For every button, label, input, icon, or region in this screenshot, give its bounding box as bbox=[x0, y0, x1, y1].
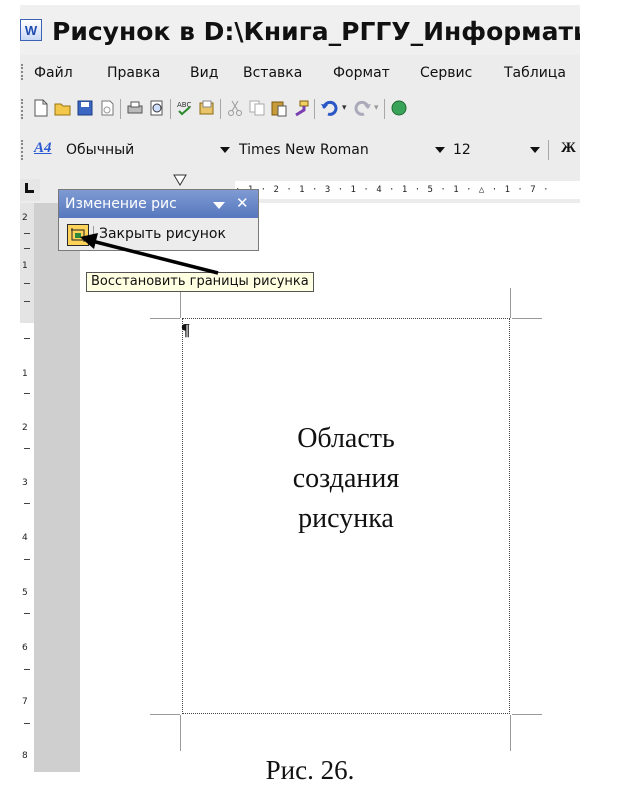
cut-icon[interactable] bbox=[226, 99, 244, 117]
hyperlink-icon[interactable] bbox=[390, 99, 408, 117]
standard-toolbar: ABC ▾ ▾ bbox=[20, 89, 580, 129]
annotation-arrow bbox=[80, 233, 219, 275]
tab-selector[interactable] bbox=[20, 179, 40, 201]
ruler-label: 2 bbox=[22, 423, 28, 433]
paragraph-mark: ¶ bbox=[181, 320, 191, 339]
copy-icon[interactable] bbox=[248, 99, 266, 117]
styles-icon[interactable]: A4 bbox=[34, 140, 52, 157]
style-dropdown-icon[interactable] bbox=[220, 147, 230, 153]
ruler-tick bbox=[24, 669, 30, 670]
floating-toolbar-title: Изменение рис bbox=[65, 196, 177, 212]
toolbar-options-icon[interactable] bbox=[213, 202, 225, 209]
ruler-label: 5 bbox=[22, 588, 28, 598]
spelling-icon[interactable]: ABC bbox=[176, 99, 194, 117]
ruler-tick bbox=[24, 393, 30, 394]
ruler-tick bbox=[24, 338, 30, 339]
permission-icon[interactable] bbox=[98, 99, 116, 117]
open-folder-icon[interactable] bbox=[54, 99, 72, 117]
style-combo[interactable]: Обычный bbox=[66, 140, 134, 160]
undo-dropdown-icon[interactable]: ▾ bbox=[342, 103, 347, 113]
menu-bar: Файл Правка Вид Вставка Формат Сервис Та… bbox=[20, 57, 580, 87]
redo-dropdown-icon[interactable]: ▾ bbox=[374, 103, 379, 113]
menu-table[interactable]: Таблица bbox=[504, 65, 566, 81]
document-margin-area bbox=[34, 203, 80, 772]
menu-file[interactable]: Файл bbox=[34, 65, 73, 81]
ruler-ticks: · 1 · 2 · 1 · 3 · 1 · 4 · 1 · 5 · 1 · △ … bbox=[235, 185, 550, 195]
menu-view[interactable]: Вид bbox=[190, 65, 218, 81]
ruler-label: 3 bbox=[22, 478, 28, 488]
ruler-label: 2 bbox=[22, 213, 28, 223]
format-painter-icon[interactable] bbox=[292, 99, 310, 117]
close-icon[interactable]: ✕ bbox=[236, 194, 249, 212]
ruler-label: 7 bbox=[22, 697, 28, 707]
paste-icon[interactable] bbox=[270, 99, 288, 117]
toolbar-separator bbox=[120, 99, 121, 119]
horizontal-ruler[interactable]: · 1 · 2 · 1 · 3 · 1 · 4 · 1 · 5 · 1 · △ … bbox=[235, 181, 580, 199]
font-combo[interactable]: Times New Roman bbox=[239, 140, 369, 160]
floating-toolbar-title-bar[interactable]: Изменение рис ✕ bbox=[59, 190, 258, 218]
ruler-label: 6 bbox=[22, 643, 28, 653]
toolbar-separator bbox=[384, 99, 385, 119]
crop-mark bbox=[512, 318, 542, 319]
font-size-combo[interactable]: 12 bbox=[453, 140, 471, 160]
canvas-label-line: создания bbox=[292, 463, 400, 494]
toolbar-separator bbox=[548, 140, 549, 160]
canvas-label: Область создания рисунка bbox=[183, 419, 509, 539]
ruler-tick bbox=[24, 448, 30, 449]
title-bar: W Рисунок в D:\Книга_РГГУ_Информатика bbox=[20, 5, 580, 55]
toolbar-separator bbox=[314, 99, 315, 119]
crop-mark bbox=[180, 288, 181, 318]
canvas-label-line: рисунка bbox=[298, 503, 394, 534]
print-icon[interactable] bbox=[126, 99, 144, 117]
print-preview-icon[interactable] bbox=[148, 99, 166, 117]
new-document-icon[interactable] bbox=[32, 99, 50, 117]
toolbar-grip[interactable] bbox=[21, 140, 26, 160]
save-icon[interactable] bbox=[76, 99, 94, 117]
figure-caption: Рис. 26. bbox=[265, 755, 355, 785]
ruler-tick bbox=[24, 248, 30, 249]
ruler-label: 1 bbox=[22, 261, 28, 271]
ruler-tick bbox=[24, 559, 30, 560]
crop-mark bbox=[510, 288, 511, 318]
canvas-label-line: Область bbox=[297, 423, 395, 454]
left-tab-icon bbox=[25, 183, 34, 193]
font-dropdown-icon[interactable] bbox=[435, 147, 445, 153]
ruler-tick bbox=[24, 233, 30, 234]
redo-icon[interactable] bbox=[354, 99, 372, 117]
indent-marker-icon[interactable] bbox=[173, 174, 187, 186]
menu-edit[interactable]: Правка bbox=[107, 65, 160, 81]
toolbar-separator bbox=[220, 99, 221, 119]
toolbar-separator bbox=[170, 99, 171, 119]
toolbar-grip[interactable] bbox=[21, 99, 26, 119]
crop-mark bbox=[150, 714, 180, 715]
ruler-label: 4 bbox=[22, 533, 28, 543]
menubar-grip[interactable] bbox=[21, 64, 26, 80]
crop-mark bbox=[512, 714, 542, 715]
ruler-tick bbox=[24, 723, 30, 724]
menu-tools[interactable]: Сервис bbox=[420, 65, 472, 81]
crop-mark bbox=[510, 715, 511, 751]
crop-mark bbox=[180, 715, 181, 751]
vertical-ruler[interactable]: 2 1 1 2 3 4 5 6 7 8 bbox=[20, 203, 34, 772]
word-window: W Рисунок в D:\Книга_РГГУ_Информатика Фа… bbox=[20, 5, 580, 772]
ruler-label: 1 bbox=[22, 369, 28, 379]
window-title: Рисунок в D:\Книга_РГГУ_Информатика bbox=[52, 17, 580, 46]
formatting-toolbar: A4 Обычный Times New Roman 12 Ж bbox=[20, 131, 580, 169]
undo-icon[interactable] bbox=[320, 99, 338, 117]
ruler-tick bbox=[24, 503, 30, 504]
research-icon[interactable] bbox=[198, 99, 216, 117]
font-size-dropdown-icon[interactable] bbox=[530, 147, 540, 153]
drawing-canvas[interactable]: Область создания рисунка bbox=[182, 318, 510, 714]
ruler-tick bbox=[24, 301, 30, 302]
bold-button[interactable]: Ж bbox=[561, 140, 576, 157]
menu-format[interactable]: Формат bbox=[333, 65, 390, 81]
crop-mark bbox=[150, 318, 180, 319]
ruler-tick bbox=[24, 613, 30, 614]
word-document-icon[interactable]: W bbox=[20, 19, 42, 41]
ruler-tick bbox=[24, 283, 30, 284]
menu-insert[interactable]: Вставка bbox=[243, 65, 302, 81]
